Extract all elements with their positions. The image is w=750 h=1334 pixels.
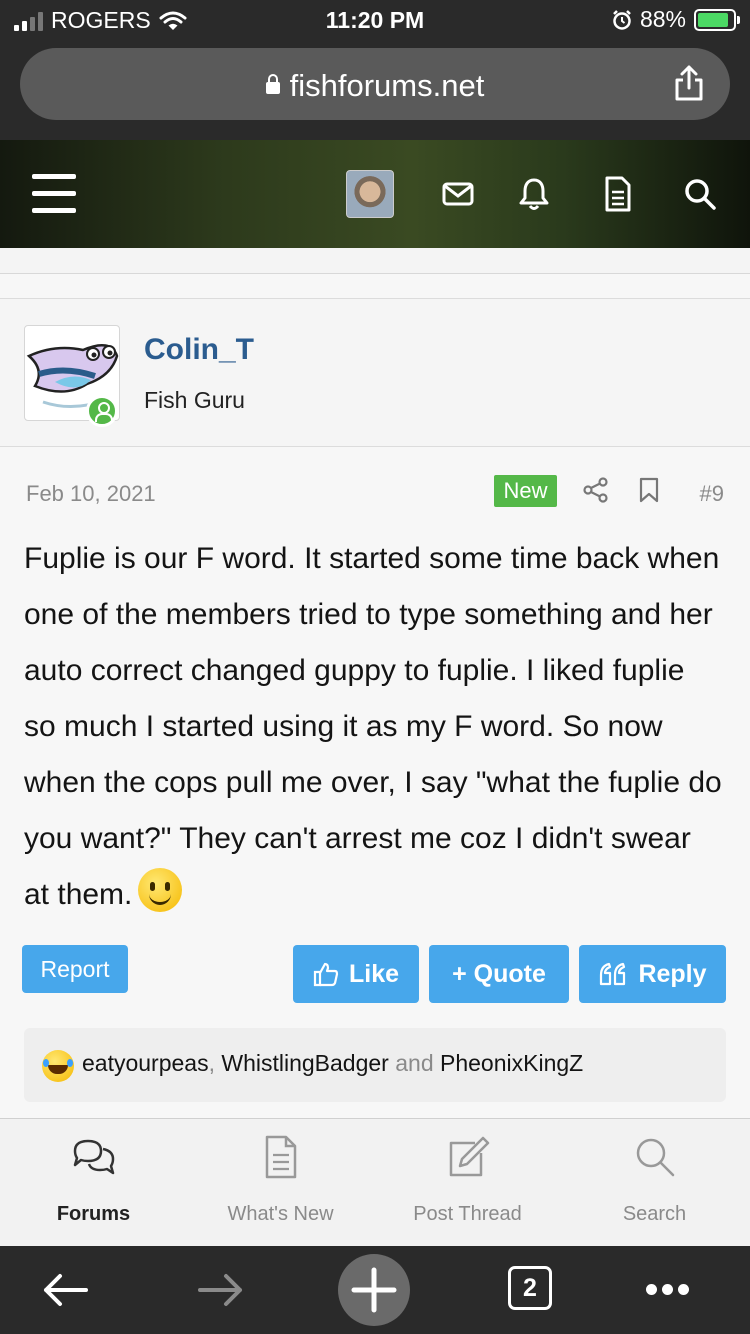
mail-icon[interactable] bbox=[438, 174, 478, 214]
chat-bubbles-icon bbox=[73, 1139, 115, 1175]
battery-icon bbox=[694, 8, 740, 31]
search-icon bbox=[636, 1138, 675, 1177]
browser-url-area: fishforums.net bbox=[0, 40, 750, 140]
quote-label: + Quote bbox=[452, 959, 546, 988]
bell-icon[interactable] bbox=[514, 174, 554, 214]
more-icon[interactable] bbox=[646, 1282, 694, 1300]
plus-icon bbox=[351, 1267, 397, 1313]
new-tab-button[interactable] bbox=[338, 1254, 410, 1326]
post-number-link[interactable]: #9 bbox=[700, 481, 724, 507]
reaction-user-1[interactable]: eatyourpeas bbox=[82, 1050, 209, 1076]
lock-icon bbox=[265, 74, 280, 94]
tab-search-label: Search bbox=[622, 1203, 687, 1225]
author-name-link[interactable]: Colin_T bbox=[144, 333, 254, 367]
share-icon[interactable] bbox=[583, 477, 609, 503]
report-button[interactable]: Report bbox=[22, 945, 128, 993]
tab-post-thread[interactable]: Post Thread bbox=[374, 1119, 561, 1247]
laughing-emoji-icon bbox=[42, 1050, 74, 1082]
forward-arrow-icon[interactable] bbox=[188, 1258, 252, 1322]
smiley-icon bbox=[138, 868, 183, 912]
like-button[interactable]: Like bbox=[293, 945, 419, 1003]
url-bar[interactable]: fishforums.net bbox=[20, 48, 730, 120]
menu-icon[interactable] bbox=[32, 174, 76, 214]
online-status-icon bbox=[86, 395, 118, 427]
bookmark-icon[interactable] bbox=[638, 477, 660, 503]
status-bar: ROGERS 11:20 PM 88% bbox=[0, 0, 750, 40]
compose-icon bbox=[449, 1136, 490, 1177]
post-body-text: Fuplie is our F word. It started some ti… bbox=[24, 542, 722, 911]
reply-button[interactable]: Reply bbox=[579, 945, 726, 1003]
document-icon bbox=[265, 1135, 297, 1179]
quote-button[interactable]: + Quote bbox=[429, 945, 569, 1003]
quote-marks-icon bbox=[600, 962, 626, 986]
reactions-text: eatyourpeas, WhistlingBadger and Pheonix… bbox=[82, 1050, 584, 1076]
battery-percent: 88% bbox=[639, 6, 686, 32]
thumbs-up-icon bbox=[313, 962, 339, 987]
browser-toolbar: 2 bbox=[0, 1246, 750, 1334]
tab-post-thread-label: Post Thread bbox=[413, 1203, 522, 1225]
browser-share-icon[interactable] bbox=[674, 64, 704, 102]
like-label: Like bbox=[348, 959, 400, 988]
whats-new-icon[interactable] bbox=[598, 174, 638, 214]
tabs-count-button[interactable]: 2 bbox=[508, 1266, 552, 1310]
post-body: Fuplie is our F word. It started some ti… bbox=[24, 531, 724, 923]
reply-label: Reply bbox=[638, 959, 707, 988]
author-title: Fish Guru bbox=[144, 387, 245, 413]
reactions-bar[interactable]: eatyourpeas, WhistlingBadger and Pheonix… bbox=[24, 1028, 726, 1102]
new-badge: New bbox=[494, 475, 557, 507]
post-user-block: Colin_T Fish Guru bbox=[0, 299, 750, 447]
site-header bbox=[0, 140, 750, 248]
tab-whats-new-label: What's New bbox=[227, 1203, 334, 1225]
reaction-user-2[interactable]: WhistlingBadger bbox=[221, 1050, 388, 1076]
post-date-link[interactable]: Feb 10, 2021 bbox=[26, 481, 156, 507]
post: Colin_T Fish Guru Feb 10, 2021 New #9 Fu… bbox=[0, 298, 750, 1118]
url-text: fishforums.net bbox=[289, 68, 485, 103]
back-arrow-icon[interactable] bbox=[34, 1258, 98, 1322]
tab-whats-new[interactable]: What's New bbox=[187, 1119, 374, 1247]
user-avatar[interactable] bbox=[346, 170, 394, 218]
tab-search[interactable]: Search bbox=[561, 1119, 748, 1247]
forum-tab-bar: Forums What's New Post Thread Search bbox=[0, 1118, 750, 1246]
search-icon[interactable] bbox=[680, 174, 720, 214]
reaction-user-3[interactable]: PheonixKingZ bbox=[440, 1050, 583, 1076]
header-divider bbox=[0, 248, 750, 274]
tab-forums[interactable]: Forums bbox=[0, 1119, 187, 1247]
alarm-icon bbox=[613, 9, 631, 30]
tab-forums-label: Forums bbox=[56, 1203, 131, 1225]
